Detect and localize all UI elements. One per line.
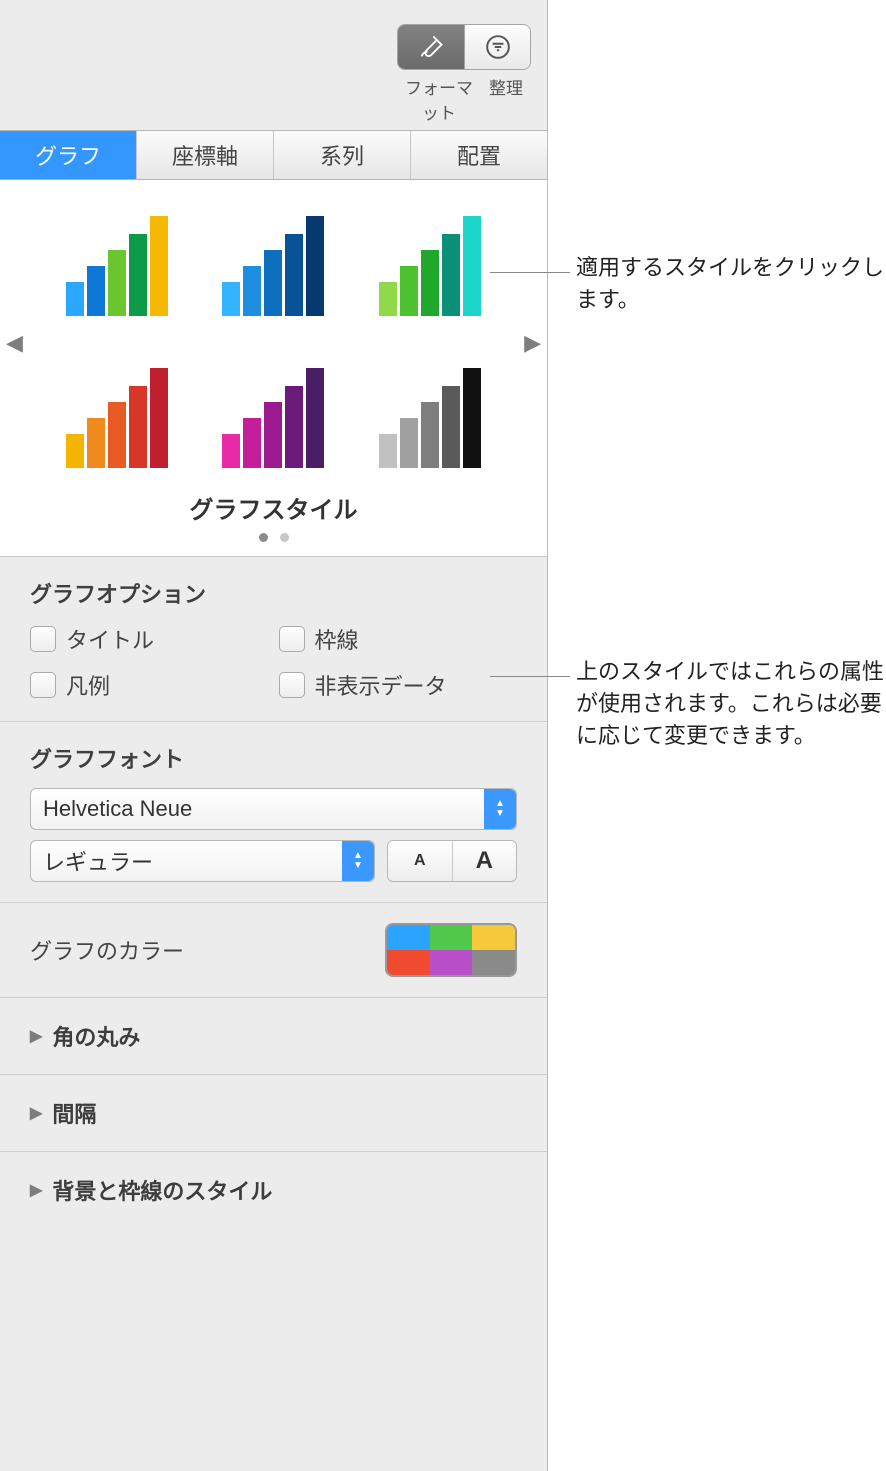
font-family-value: Helvetica Neue: [43, 796, 192, 822]
page-dot-2[interactable]: [280, 533, 289, 542]
arrange-label: 整理: [481, 70, 531, 124]
styles-prev-arrow[interactable]: ◀: [6, 330, 23, 356]
thumb-bar: [264, 402, 282, 468]
chart-color-swatch[interactable]: [385, 923, 517, 977]
background-border-label: 背景と枠線のスタイル: [52, 1174, 272, 1206]
swatch-cell: [387, 925, 430, 950]
thumb-bar: [108, 250, 126, 316]
chart-styles-title: グラフスタイル: [10, 490, 537, 525]
disclosure-triangle-icon: ▶: [30, 1180, 42, 1200]
select-stepper-icon: [342, 841, 374, 881]
thumb-bar: [285, 234, 303, 316]
arrange-button[interactable]: [464, 25, 530, 69]
font-weight-value: レギュラー: [43, 845, 153, 877]
thumb-bar: [442, 386, 460, 468]
tab-series[interactable]: 系列: [274, 131, 411, 179]
disclosure-triangle-icon: ▶: [30, 1026, 42, 1046]
chart-style-thumb-4[interactable]: [44, 350, 190, 468]
arrange-icon: [485, 34, 511, 60]
callout-styles: 適用するスタイルをクリックします。: [576, 252, 886, 316]
thumb-bar: [400, 266, 418, 316]
spacing-accordion[interactable]: ▶ 間隔: [0, 1075, 547, 1152]
corner-radius-accordion[interactable]: ▶ 角の丸み: [0, 998, 547, 1075]
chart-options-section: グラフオプション タイトル 枠線 凡例 非表示データ: [0, 557, 547, 722]
chart-options-title: グラフオプション: [30, 577, 517, 609]
chart-style-thumb-1[interactable]: [44, 198, 190, 316]
thumb-bar: [243, 266, 261, 316]
swatch-cell: [430, 925, 473, 950]
paintbrush-icon: [417, 33, 445, 61]
hidden-data-checkbox-label: 非表示データ: [315, 669, 447, 701]
swatch-cell: [472, 925, 515, 950]
chart-styles-area: ◀ ▶ グラフスタイル: [0, 180, 547, 557]
swatch-cell: [430, 950, 473, 975]
thumb-bar: [400, 418, 418, 468]
legend-checkbox[interactable]: [30, 672, 56, 698]
font-family-select[interactable]: Helvetica Neue: [30, 788, 517, 830]
chart-style-thumb-6[interactable]: [357, 350, 503, 468]
select-stepper-icon: [484, 789, 516, 829]
thumb-bar: [129, 386, 147, 468]
thumb-bar: [421, 250, 439, 316]
thumb-bar: [463, 368, 481, 468]
page-dot-1[interactable]: [259, 533, 268, 542]
tab-arrange[interactable]: 配置: [411, 131, 547, 179]
font-size-larger-button[interactable]: A: [452, 841, 517, 881]
inspector-panel: フォーマット 整理 グラフ 座標軸 系列 配置 ◀ ▶ グラフスタイル グラフオ…: [0, 0, 548, 1471]
font-size-smaller-button[interactable]: A: [388, 841, 452, 881]
page-dots: [10, 533, 537, 542]
thumb-bar: [150, 368, 168, 468]
thumb-bar: [463, 216, 481, 316]
thumb-bar: [306, 216, 324, 316]
thumb-bar: [379, 282, 397, 316]
thumb-bar: [285, 386, 303, 468]
thumb-bar: [66, 434, 84, 468]
callout-leader-line: [490, 676, 570, 677]
font-size-segment: A A: [387, 840, 517, 882]
chart-style-thumb-2[interactable]: [200, 198, 346, 316]
font-weight-select[interactable]: レギュラー: [30, 840, 375, 882]
thumb-bar: [442, 234, 460, 316]
thumb-bar: [87, 418, 105, 468]
thumb-bar: [66, 282, 84, 316]
thumb-bar: [222, 434, 240, 468]
border-checkbox-label: 枠線: [315, 623, 359, 655]
chart-font-section: グラフフォント Helvetica Neue レギュラー A A: [0, 722, 547, 903]
format-label: フォーマット: [397, 70, 481, 124]
thumb-bar: [264, 250, 282, 316]
thumb-bar: [108, 402, 126, 468]
chart-style-thumb-5[interactable]: [200, 350, 346, 468]
chart-style-thumb-3[interactable]: [357, 198, 503, 316]
spacing-label: 間隔: [52, 1097, 96, 1129]
swatch-cell: [472, 950, 515, 975]
corner-radius-label: 角の丸み: [52, 1020, 140, 1052]
border-checkbox[interactable]: [279, 626, 305, 652]
chart-font-title: グラフフォント: [30, 742, 517, 774]
chart-color-label: グラフのカラー: [30, 934, 184, 966]
inspector-tabs: グラフ 座標軸 系列 配置: [0, 130, 547, 180]
thumb-bar: [421, 402, 439, 468]
styles-next-arrow[interactable]: ▶: [524, 330, 541, 356]
callout-leader-line: [490, 272, 570, 273]
hidden-data-checkbox[interactable]: [279, 672, 305, 698]
title-checkbox[interactable]: [30, 626, 56, 652]
disclosure-triangle-icon: ▶: [30, 1103, 42, 1123]
chart-color-section: グラフのカラー: [0, 903, 547, 998]
thumb-bar: [150, 216, 168, 316]
legend-checkbox-label: 凡例: [66, 669, 110, 701]
format-button[interactable]: [398, 25, 464, 69]
tab-axes[interactable]: 座標軸: [137, 131, 274, 179]
thumb-bar: [379, 434, 397, 468]
callout-options: 上のスタイルではこれらの属性が使用されます。これらは必要に応じて変更できます。: [576, 656, 886, 752]
thumb-bar: [87, 266, 105, 316]
background-border-accordion[interactable]: ▶ 背景と枠線のスタイル: [0, 1152, 547, 1228]
swatch-cell: [387, 950, 430, 975]
title-checkbox-label: タイトル: [66, 623, 154, 655]
thumb-bar: [243, 418, 261, 468]
inspector-toolbar: フォーマット 整理: [0, 0, 547, 130]
thumb-bar: [306, 368, 324, 468]
thumb-bar: [129, 234, 147, 316]
tab-graph[interactable]: グラフ: [0, 131, 137, 179]
thumb-bar: [222, 282, 240, 316]
